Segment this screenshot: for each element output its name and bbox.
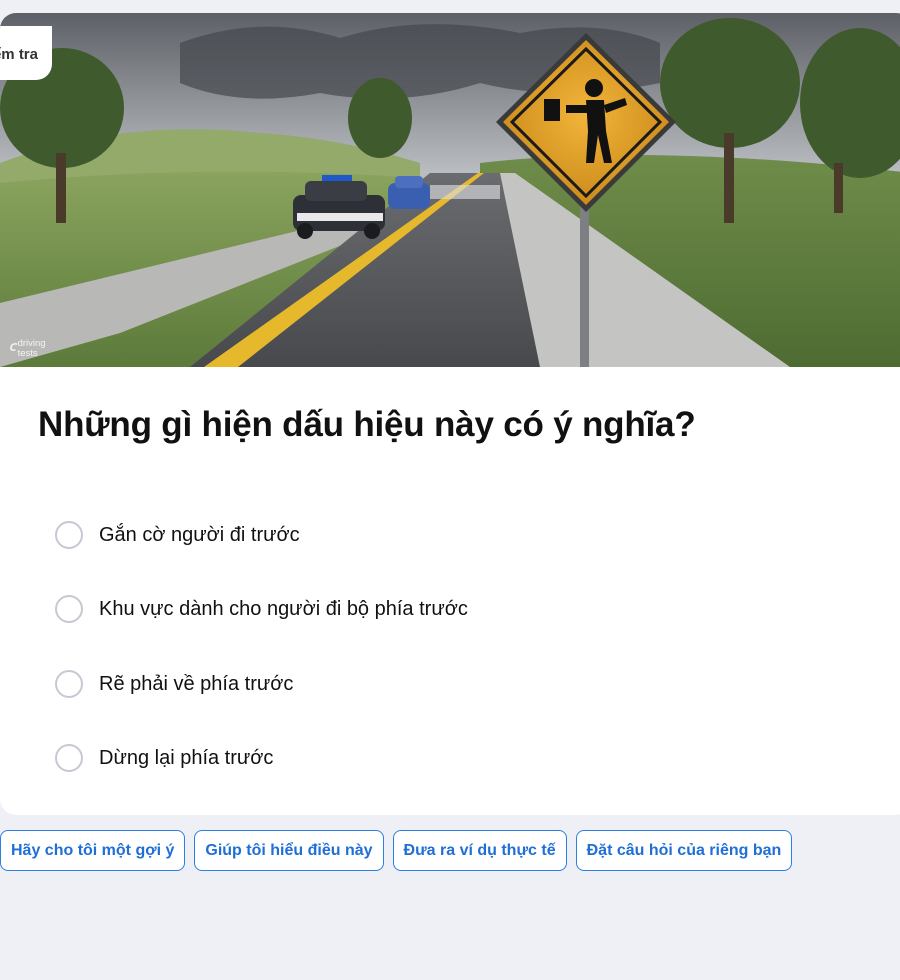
answer-option-2[interactable]: Khu vực dành cho người đi bộ phía trước: [55, 592, 468, 626]
radio-button[interactable]: [55, 521, 83, 549]
answer-option-1[interactable]: Gắn cờ người đi trước: [55, 518, 300, 552]
question-image: Kiểm tra ꟲ driving tests: [0, 13, 900, 367]
answer-option-3[interactable]: Rẽ phải về phía trước: [55, 667, 293, 701]
answer-option-label: Rẽ phải về phía trước: [99, 672, 294, 695]
quiz-tag: Kiểm tra: [0, 26, 52, 80]
driving-tests-logo: ꟲ driving tests: [8, 338, 58, 360]
logo-text: driving tests: [17, 338, 46, 359]
logo-mark-icon: ꟲ: [8, 342, 15, 359]
ask-own-question-button[interactable]: Đặt câu hỏi của riêng bạn: [575, 830, 793, 871]
explain-button[interactable]: Giúp tôi hiểu điều này: [194, 830, 384, 871]
quiz-tag-label: Kiểm tra: [0, 46, 38, 63]
answer-option-4[interactable]: Dừng lại phía trước: [55, 741, 273, 775]
radio-button[interactable]: [55, 744, 83, 772]
answer-option-label: Khu vực dành cho người đi bộ phía trước: [99, 597, 468, 620]
road-scene-illustration: [0, 13, 900, 367]
radio-button[interactable]: [55, 595, 83, 623]
quiz-card: Kiểm tra ꟲ driving tests Những gì hiện d…: [0, 13, 900, 815]
hint-button[interactable]: Hãy cho tôi một gợi ý: [0, 830, 186, 871]
helper-actions: Hãy cho tôi một gợi ý Giúp tôi hiểu điều…: [0, 830, 801, 871]
answer-option-label: Dừng lại phía trước: [99, 746, 274, 769]
radio-button[interactable]: [55, 670, 83, 698]
real-example-button[interactable]: Đưa ra ví dụ thực tế: [392, 830, 567, 871]
answer-option-label: Gắn cờ người đi trước: [99, 523, 300, 546]
question-title: Những gì hiện dấu hiệu này có ý nghĩa?: [38, 405, 696, 444]
